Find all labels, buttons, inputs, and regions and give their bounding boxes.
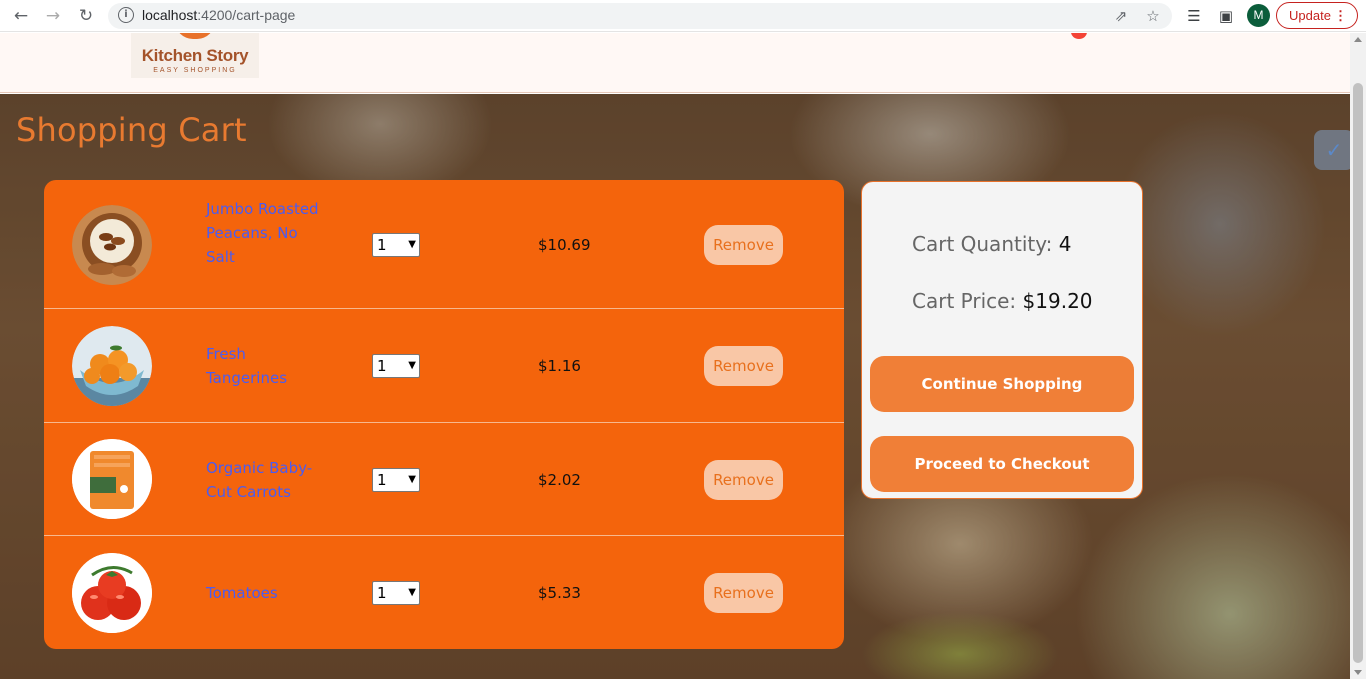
product-name-link[interactable]: Jumbo Roasted Peacans, No Salt	[206, 197, 326, 269]
quantity-select[interactable]: 1 ▼	[372, 354, 420, 378]
product-image-pecans	[72, 205, 152, 285]
cart-badge[interactable]	[1071, 33, 1087, 39]
cart-quantity: Cart Quantity: 4	[912, 232, 1071, 256]
scrollbar-thumb[interactable]	[1353, 83, 1363, 663]
cart-price: Cart Price: $19.20	[912, 289, 1093, 313]
side-panel-icon[interactable]: ▣	[1215, 5, 1237, 27]
more-vert-icon[interactable]: ⋮	[1334, 3, 1347, 28]
url-text[interactable]: localhost:4200/cart-page	[142, 7, 295, 23]
page-scrollbar[interactable]	[1350, 33, 1366, 679]
logo-tagline: EASY SHOPPING	[153, 67, 237, 74]
logo-mark-icon	[175, 33, 215, 39]
cart-item-row: Fresh Tangerines 1 ▼ $1.16 Remove	[44, 310, 844, 423]
product-image-carrots	[72, 439, 152, 519]
product-name-link[interactable]: Fresh Tangerines	[206, 342, 326, 390]
quantity-select[interactable]: 1 ▼	[372, 468, 420, 492]
reading-list-icon[interactable]: ☰	[1183, 5, 1205, 27]
star-icon[interactable]: ☆	[1144, 7, 1162, 25]
address-bar[interactable]: i localhost:4200/cart-page ⇗ ☆	[108, 3, 1172, 29]
share-icon[interactable]: ⇗	[1112, 7, 1130, 25]
proceed-to-checkout-button[interactable]: Proceed to Checkout	[870, 436, 1134, 492]
cart-price-value: $19.20	[1022, 289, 1093, 313]
cart-price-label: Cart Price:	[912, 289, 1017, 313]
browser-toolbar: ← → ↻ i localhost:4200/cart-page ⇗ ☆ ☰ ▣…	[0, 0, 1366, 32]
reload-icon[interactable]: ↻	[75, 5, 97, 27]
scroll-up-icon[interactable]	[1354, 37, 1362, 42]
extension-widget-icon[interactable]: ✓	[1314, 130, 1350, 170]
item-price: $10.69	[538, 236, 591, 254]
product-name-link[interactable]: Tomatoes	[206, 581, 326, 605]
chevron-down-icon: ▼	[408, 239, 416, 250]
cart-summary-card: Cart Quantity: 4 Cart Price: $19.20 Cont…	[861, 181, 1143, 499]
site-logo[interactable]: Kitchen Story EASY SHOPPING	[131, 33, 259, 78]
cart-item-row: Organic Baby-Cut Carrots 1 ▼ $2.02 Remov…	[44, 424, 844, 536]
quantity-value: 1	[377, 584, 387, 602]
cart-item-row: Tomatoes 1 ▼ $5.33 Remove	[44, 537, 844, 649]
product-image-tangerines	[72, 326, 152, 406]
quantity-select[interactable]: 1 ▼	[372, 233, 420, 257]
remove-button[interactable]: Remove	[704, 573, 783, 613]
product-name-link[interactable]: Organic Baby-Cut Carrots	[206, 456, 326, 504]
chevron-down-icon: ▼	[408, 587, 416, 598]
cart-item-row: Jumbo Roasted Peacans, No Salt 1 ▼ $10.6…	[44, 180, 844, 309]
forward-arrow-icon[interactable]: →	[42, 5, 64, 27]
quantity-value: 1	[377, 471, 387, 489]
page-title: Shopping Cart	[16, 111, 247, 149]
item-price: $1.16	[538, 357, 581, 375]
cart-quantity-label: Cart Quantity:	[912, 232, 1053, 256]
chevron-down-icon: ▼	[408, 474, 416, 485]
site-header: Kitchen Story EASY SHOPPING	[0, 33, 1350, 93]
update-button[interactable]: Update ⋮	[1276, 2, 1358, 29]
logo-name: Kitchen Story	[141, 46, 249, 65]
update-label: Update	[1289, 8, 1331, 23]
quantity-value: 1	[377, 357, 387, 375]
quantity-select[interactable]: 1 ▼	[372, 581, 420, 605]
item-price: $5.33	[538, 584, 581, 602]
chevron-down-icon: ▼	[408, 360, 416, 371]
quantity-value: 1	[377, 236, 387, 254]
scroll-down-icon[interactable]	[1354, 670, 1362, 675]
remove-button[interactable]: Remove	[704, 225, 783, 265]
continue-shopping-button[interactable]: Continue Shopping	[870, 356, 1134, 412]
product-image-tomatoes	[72, 553, 152, 633]
page-viewport: Kitchen Story EASY SHOPPING Shopping Car…	[0, 33, 1350, 679]
remove-button[interactable]: Remove	[704, 346, 783, 386]
cart-items-panel: Jumbo Roasted Peacans, No Salt 1 ▼ $10.6…	[44, 180, 844, 649]
item-price: $2.02	[538, 471, 581, 489]
cart-quantity-value: 4	[1058, 232, 1072, 256]
info-icon[interactable]: i	[118, 7, 134, 23]
avatar[interactable]: M	[1247, 4, 1270, 27]
back-arrow-icon[interactable]: ←	[10, 5, 32, 27]
remove-button[interactable]: Remove	[704, 460, 783, 500]
